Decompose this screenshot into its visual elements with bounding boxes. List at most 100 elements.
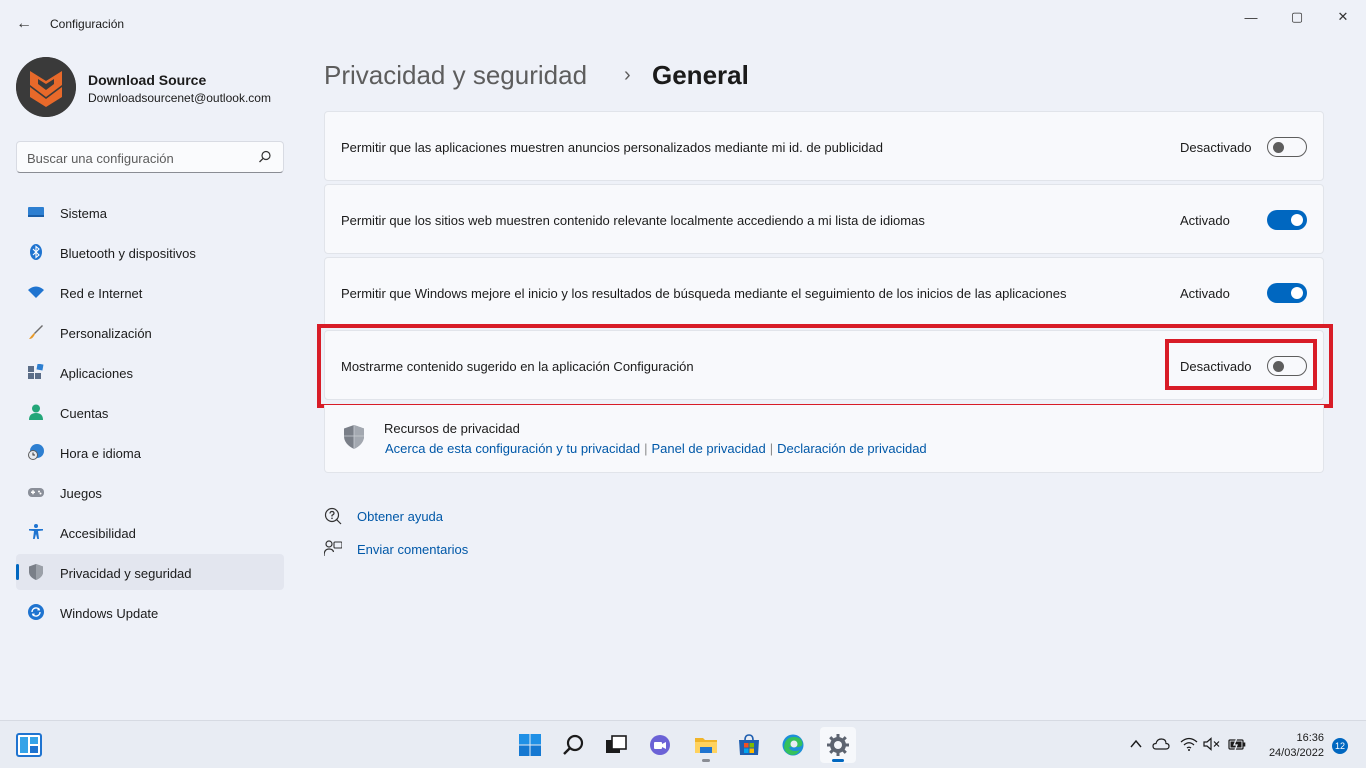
- avatar[interactable]: [16, 57, 76, 117]
- store-button[interactable]: [731, 727, 767, 763]
- title-bar: ← Configuración — ▢ ✕: [0, 0, 1366, 48]
- breadcrumb-parent[interactable]: Privacidad y seguridad: [324, 60, 587, 91]
- toggle-knob: [1291, 214, 1303, 226]
- battery-charging-icon: [1228, 737, 1246, 751]
- sidebar-item-label: Hora e idioma: [60, 446, 141, 461]
- setting-label: Permitir que los sitios web muestren con…: [341, 213, 925, 228]
- privacy-link-statement[interactable]: Declaración de privacidad: [777, 441, 927, 456]
- privacy-link-dashboard[interactable]: Panel de privacidad: [651, 441, 765, 456]
- get-help-link[interactable]: Obtener ayuda: [357, 509, 443, 524]
- cloud-icon: [1152, 738, 1170, 750]
- settings-icon: [827, 734, 849, 756]
- sidebar: Sistema Bluetooth y dispositivos Red e I…: [16, 194, 284, 634]
- start-button[interactable]: [512, 727, 548, 763]
- sidebar-item-privacidad[interactable]: Privacidad y seguridad: [16, 554, 284, 590]
- privacy-links: Acerca de esta configuración y tu privac…: [385, 441, 927, 456]
- edge-button[interactable]: [775, 727, 811, 763]
- sidebar-item-sistema[interactable]: Sistema: [16, 194, 284, 230]
- volume-muted-icon: [1203, 737, 1220, 751]
- setting-card-language-list: Permitir que los sitios web muestren con…: [324, 184, 1324, 254]
- sidebar-item-label: Accesibilidad: [60, 526, 136, 541]
- setting-card-app-launch-tracking: Permitir que Windows mejore el inicio y …: [324, 257, 1324, 327]
- sidebar-item-cuentas[interactable]: Cuentas: [16, 394, 284, 430]
- search-input[interactable]: Buscar una configuración: [16, 141, 284, 173]
- settings-button[interactable]: [820, 727, 856, 763]
- search-icon: [259, 150, 271, 163]
- minimize-button[interactable]: —: [1228, 6, 1274, 28]
- profile-email: Downloadsourcenet@outlook.com: [88, 91, 271, 105]
- sidebar-item-label: Red e Internet: [60, 286, 143, 301]
- widgets-icon[interactable]: [16, 733, 42, 757]
- show-hidden-icons-button[interactable]: [1127, 735, 1145, 753]
- setting-label: Permitir que Windows mejore el inicio y …: [341, 286, 1067, 301]
- back-button[interactable]: ←: [12, 10, 36, 38]
- store-icon: [739, 734, 759, 755]
- setting-card-ads: Permitir que las aplicaciones muestren a…: [324, 111, 1324, 181]
- update-icon: [28, 604, 44, 620]
- breadcrumb-separator: ›: [624, 64, 631, 86]
- setting-state: Desactivado: [1180, 140, 1252, 155]
- notification-badge[interactable]: 12: [1332, 738, 1348, 754]
- help-icon: [324, 507, 342, 525]
- page-title: General: [652, 60, 749, 90]
- sidebar-item-windows-update[interactable]: Windows Update: [16, 594, 284, 630]
- sidebar-item-label: Juegos: [60, 486, 102, 501]
- profile: Download Source Downloadsourcenet@outloo…: [16, 57, 286, 119]
- search-placeholder: Buscar una configuración: [27, 151, 174, 166]
- sidebar-item-label: Windows Update: [60, 606, 159, 621]
- accessibility-icon: [29, 524, 43, 539]
- task-view-button[interactable]: [598, 727, 634, 763]
- bluetooth-icon: [30, 244, 42, 260]
- download-source-logo-icon: [16, 57, 76, 117]
- app-title: Configuración: [50, 17, 125, 31]
- taskbar: 16:36 24/03/2022 12: [0, 720, 1366, 768]
- ads-toggle[interactable]: [1267, 137, 1307, 157]
- link-separator: |: [769, 441, 774, 456]
- person-icon: [29, 404, 43, 420]
- gamepad-icon: [28, 488, 44, 497]
- toggle-knob: [1273, 142, 1284, 153]
- setting-label: Permitir que las aplicaciones muestren a…: [341, 140, 883, 155]
- taskbar-clock[interactable]: 16:36 24/03/2022: [1254, 731, 1324, 761]
- sidebar-item-accesibilidad[interactable]: Accesibilidad: [16, 514, 284, 550]
- sidebar-item-label: Privacidad y seguridad: [60, 566, 192, 581]
- sidebar-item-label: Cuentas: [60, 406, 109, 421]
- sidebar-item-juegos[interactable]: Juegos: [16, 474, 284, 510]
- network-button[interactable]: [1180, 735, 1198, 753]
- sidebar-item-aplicaciones[interactable]: Aplicaciones: [16, 354, 284, 390]
- privacy-link-about[interactable]: Acerca de esta configuración y tu privac…: [385, 441, 640, 456]
- setting-state: Activado: [1180, 286, 1230, 301]
- teams-chat-button[interactable]: [642, 727, 678, 763]
- running-indicator: [702, 759, 710, 762]
- sidebar-item-label: Aplicaciones: [60, 366, 133, 381]
- privacy-resources-title: Recursos de privacidad: [384, 421, 520, 436]
- taskbar-search-button[interactable]: [556, 727, 592, 763]
- apps-icon: [28, 364, 44, 379]
- file-explorer-icon: [695, 738, 717, 753]
- battery-button[interactable]: [1228, 735, 1246, 753]
- wifi-icon: [28, 286, 44, 298]
- sidebar-item-red[interactable]: Red e Internet: [16, 274, 284, 310]
- clock-date: 24/03/2022: [1268, 747, 1324, 759]
- file-explorer-button[interactable]: [688, 727, 724, 763]
- app-launch-tracking-toggle[interactable]: [1267, 283, 1307, 303]
- sidebar-item-hora[interactable]: Hora e idioma: [16, 434, 284, 470]
- sidebar-item-personalizacion[interactable]: Personalización: [16, 314, 284, 350]
- task-view-icon: [606, 735, 627, 753]
- send-feedback-link[interactable]: Enviar comentarios: [357, 542, 468, 557]
- maximize-button[interactable]: ▢: [1274, 6, 1320, 28]
- sidebar-item-label: Sistema: [60, 206, 107, 221]
- edge-icon: [782, 734, 804, 756]
- setting-state: Activado: [1180, 213, 1230, 228]
- close-button[interactable]: ✕: [1320, 6, 1366, 28]
- privacy-resources-card: Recursos de privacidad Acerca de esta co…: [324, 405, 1324, 473]
- sidebar-item-bluetooth[interactable]: Bluetooth y dispositivos: [16, 234, 284, 270]
- chevron-up-icon: [1130, 739, 1142, 748]
- wifi-icon: [1180, 737, 1198, 751]
- language-list-toggle[interactable]: [1267, 210, 1307, 230]
- highlight-box-toggle: [1165, 339, 1317, 390]
- toggle-knob: [1291, 287, 1303, 299]
- volume-button[interactable]: [1203, 735, 1221, 753]
- sidebar-item-label: Bluetooth y dispositivos: [60, 246, 196, 261]
- onedrive-button[interactable]: [1152, 735, 1170, 753]
